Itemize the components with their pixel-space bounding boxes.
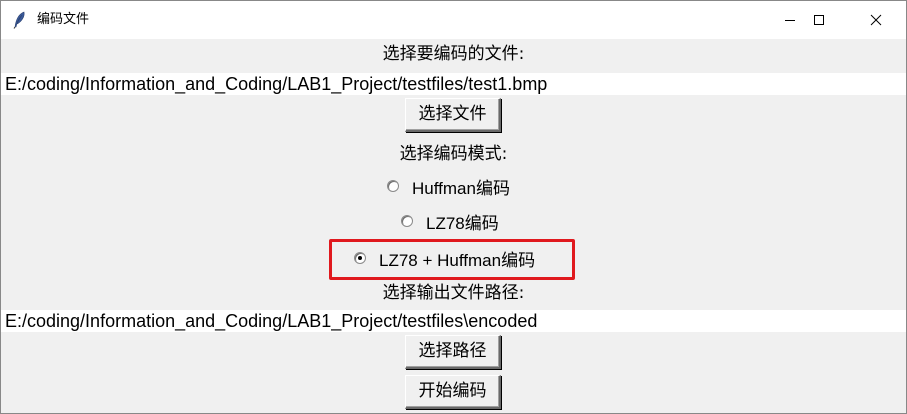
minimize-icon [785,20,795,21]
feather-icon [13,11,27,29]
input-path-field[interactable]: E:/coding/Information_and_Coding/LAB1_Pr… [1,73,906,95]
selection-highlight-box [329,239,575,280]
app-window: 编码文件 选择要编码的文件: E:/coding/Information_and… [0,0,907,414]
mode-label: 选择编码模式: [399,144,508,164]
radio-option-label: LZ78编码 [426,213,499,233]
close-icon [870,14,882,26]
radio-button-icon[interactable] [387,180,399,192]
window-title: 编码文件 [37,12,90,27]
radio-option-lz78[interactable]: LZ78编码 [401,208,499,234]
maximize-icon [814,15,824,25]
output-path-label: 选择输出文件路径: [382,283,525,303]
main-content: 选择要编码的文件: E:/coding/Information_and_Codi… [1,39,906,413]
output-path-field[interactable]: E:/coding/Information_and_Coding/LAB1_Pr… [1,310,906,332]
select-path-button[interactable]: 选择路径 [405,335,501,369]
radio-option-huffman[interactable]: Huffman编码 [387,173,510,199]
title-bar[interactable]: 编码文件 [1,1,906,39]
radio-button-icon[interactable] [401,215,413,227]
close-button[interactable] [853,1,899,39]
input-file-label: 选择要编码的文件: [382,44,525,64]
maximize-button[interactable] [796,1,842,39]
start-encoding-button[interactable]: 开始编码 [405,375,501,409]
select-file-button[interactable]: 选择文件 [405,98,501,132]
radio-option-label: Huffman编码 [412,178,510,198]
